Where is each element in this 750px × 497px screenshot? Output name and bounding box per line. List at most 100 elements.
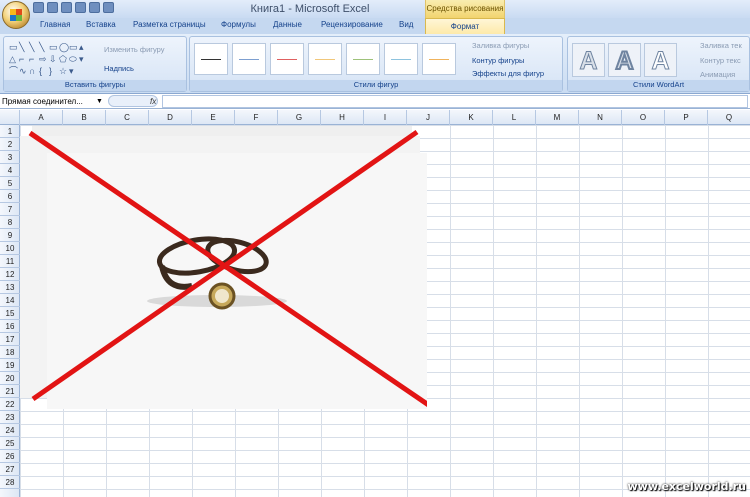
column-header[interactable]: B <box>63 110 106 125</box>
row-header[interactable]: 27 <box>0 463 20 476</box>
shape-fill-button[interactable]: Заливка фигуры <box>472 41 529 50</box>
column-header[interactable]: H <box>321 110 364 125</box>
group-label: Стили фигур <box>190 80 562 91</box>
shape-effects-button[interactable]: Эффекты для фигур <box>472 69 544 78</box>
context-tools-title: Средства рисования <box>425 0 505 18</box>
freeform-icon: ∿ <box>19 66 27 76</box>
tab-data[interactable]: Данные <box>273 20 302 29</box>
office-button[interactable] <box>2 1 30 29</box>
oval-icon: ◯ <box>59 42 70 52</box>
office-logo-icon <box>10 9 22 21</box>
function-icon[interactable]: fx <box>150 95 156 108</box>
title-bar: Книга1 - Microsoft Excel Средства рисова… <box>0 0 750 18</box>
shape-icon: ⬠ <box>59 54 67 64</box>
group-shape-styles: Заливка фигуры Контур фигуры Эффекты для… <box>189 36 563 92</box>
tab-insert[interactable]: Вставка <box>86 20 116 29</box>
formula-input[interactable] <box>162 95 748 108</box>
style-line-swatch <box>353 59 373 60</box>
style-line-swatch <box>239 59 259 60</box>
shape-icon: ⬭ <box>69 54 77 64</box>
text-fill-button[interactable]: Заливка тек <box>700 41 742 50</box>
rectangle-icon: ▭ <box>49 42 58 52</box>
column-header[interactable]: J <box>407 110 450 125</box>
line-icon: ╲ <box>29 42 35 52</box>
column-header[interactable]: I <box>364 110 407 125</box>
shape-style-6[interactable] <box>384 43 418 75</box>
watermark: www.excelworld.ru <box>627 480 747 493</box>
text-outline-button[interactable]: Контур текс <box>700 56 741 65</box>
connector-icon: ⌐ <box>19 54 25 64</box>
shape-style-2[interactable] <box>232 43 266 75</box>
line-icon: ╲ <box>19 42 25 52</box>
row-header[interactable]: 23 <box>0 411 20 424</box>
tab-formulas[interactable]: Формулы <box>221 20 256 29</box>
chevron-down-icon[interactable]: ▼ <box>96 95 103 108</box>
edit-shape-button[interactable]: Изменить фигуру <box>104 45 165 54</box>
column-header[interactable]: O <box>622 110 665 125</box>
row-header[interactable]: 24 <box>0 424 20 437</box>
group-wordart-styles: A A A Заливка тек Контур текс Анимация С… <box>567 36 750 92</box>
brace-icon: { <box>39 66 43 76</box>
tab-page-layout[interactable]: Разметка страницы <box>133 20 206 29</box>
group-insert-shapes: ▭ ╲ ╲ ╲ ▭ ◯ ▭ ▴ △ ⌐ ⌐ ⇨ ⇩ ⬠ ⬭ ▾ ⌒ ∿ ∩{} ☆ ▾ Изменить фигур… <box>3 36 187 92</box>
row-header[interactable]: 28 <box>0 476 20 489</box>
wordart-style-3[interactable]: A <box>644 43 677 77</box>
arrow-icon: ⇩ <box>49 54 57 64</box>
shape-style-1[interactable] <box>194 43 228 75</box>
column-header[interactable]: Q <box>708 110 750 125</box>
style-line-swatch <box>277 59 297 60</box>
column-header[interactable]: M <box>536 110 579 125</box>
style-line-swatch <box>429 59 449 60</box>
more-icon: ▾ <box>69 66 74 76</box>
shape-style-4[interactable] <box>308 43 342 75</box>
column-header[interactable]: K <box>450 110 493 125</box>
line-icon: ╲ <box>39 42 45 52</box>
column-header[interactable]: D <box>149 110 192 125</box>
wordart-style-2[interactable]: A <box>608 43 641 77</box>
row-header[interactable]: 25 <box>0 437 20 450</box>
scroll-up-icon: ▴ <box>79 42 84 52</box>
wordart-style-1[interactable]: A <box>572 43 605 77</box>
formula-bar: Прямая соединител... ▼ fx <box>0 94 750 109</box>
curve-icon: ⌒ <box>9 66 19 76</box>
ribbon-tabs: Главная Вставка Разметка страницы Формул… <box>0 18 750 34</box>
arrow-icon: ⇨ <box>39 54 47 64</box>
shape-outline-button[interactable]: Контур фигуры <box>472 56 524 65</box>
window-title: Книга1 - Microsoft Excel <box>250 3 370 15</box>
triangle-icon: △ <box>9 54 16 64</box>
scroll-down-icon: ▾ <box>79 54 84 64</box>
name-box[interactable]: Прямая соединител... <box>0 95 104 108</box>
group-label: Вставить фигуры <box>4 80 186 91</box>
column-header[interactable]: N <box>579 110 622 125</box>
shapes-gallery[interactable]: ▭ ╲ ╲ ╲ ▭ ◯ ▭ ▴ △ ⌐ ⌐ ⇨ ⇩ ⬠ ⬭ ▾ ⌒ ∿ ∩{} ☆ ▾ <box>9 41 89 77</box>
shape-style-3[interactable] <box>270 43 304 75</box>
column-header[interactable]: A <box>20 110 63 125</box>
style-line-swatch <box>201 59 221 60</box>
tab-review[interactable]: Рецензирование <box>321 20 383 29</box>
text-box-icon: ▭ <box>9 42 18 52</box>
column-header[interactable]: E <box>192 110 235 125</box>
column-headers: ABCDEFGHIJKLMNOPQ <box>0 110 750 125</box>
animation-button[interactable]: Анимация <box>700 70 735 79</box>
column-header[interactable]: C <box>106 110 149 125</box>
watch-photo-with-cross[interactable] <box>17 126 427 409</box>
select-all-corner[interactable] <box>0 110 20 125</box>
star-icon: ☆ <box>59 66 68 76</box>
group-label: Стили WordArt <box>568 80 749 91</box>
tab-view[interactable]: Вид <box>399 20 413 29</box>
shape-style-5[interactable] <box>346 43 380 75</box>
shape-style-7[interactable] <box>422 43 456 75</box>
column-header[interactable]: P <box>665 110 708 125</box>
tab-format[interactable]: Формат <box>425 18 505 35</box>
text-box-button[interactable]: Надпись <box>104 64 134 73</box>
column-header[interactable]: L <box>493 110 536 125</box>
curve-icon: ∩ <box>29 66 36 76</box>
rectangle-icon: ▭ <box>69 42 78 52</box>
style-line-swatch <box>391 59 411 60</box>
ribbon: ▭ ╲ ╲ ╲ ▭ ◯ ▭ ▴ △ ⌐ ⌐ ⇨ ⇩ ⬠ ⬭ ▾ ⌒ ∿ ∩{} ☆ ▾ Изменить фигур… <box>0 34 750 94</box>
column-header[interactable]: G <box>278 110 321 125</box>
column-header[interactable]: F <box>235 110 278 125</box>
row-header[interactable]: 26 <box>0 450 20 463</box>
tab-home[interactable]: Главная <box>40 20 70 29</box>
brace-icon: } <box>49 66 53 76</box>
